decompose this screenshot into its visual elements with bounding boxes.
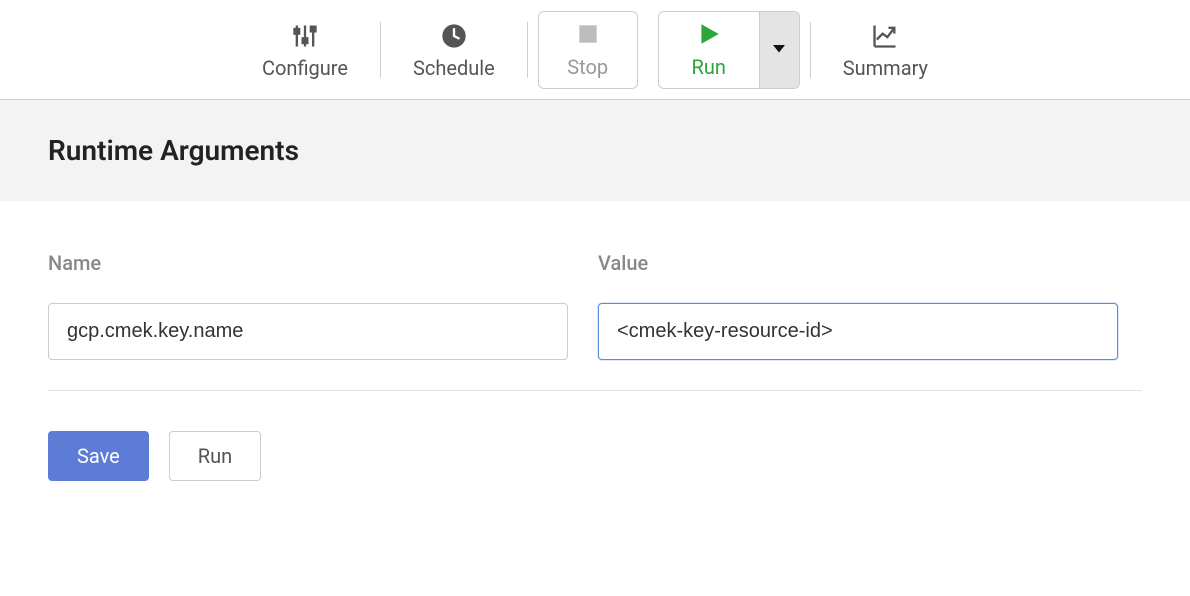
stop-label: Stop: [567, 55, 608, 79]
run-label: Run: [692, 55, 726, 79]
summary-button[interactable]: Summary: [811, 10, 960, 90]
toolbar-divider: [527, 22, 528, 78]
run-split-button: Run: [658, 11, 800, 89]
stop-button[interactable]: Stop: [538, 11, 638, 89]
chart-line-icon: [870, 20, 900, 52]
configure-label: Configure: [262, 56, 348, 80]
section-title: Runtime Arguments: [0, 100, 1190, 201]
save-button[interactable]: Save: [48, 431, 149, 481]
clock-icon: [440, 20, 468, 52]
arg-value-input[interactable]: [598, 303, 1118, 360]
stop-icon: [575, 21, 601, 51]
summary-label: Summary: [843, 56, 928, 80]
chevron-down-icon: [770, 39, 788, 61]
play-icon: [696, 21, 722, 51]
arg-row: Name Value: [48, 251, 1142, 391]
arg-value-field: Value: [598, 251, 1118, 360]
runtime-arguments-pane: Name Value Save Run: [0, 201, 1190, 481]
top-toolbar: Configure Schedule Stop R: [0, 0, 1190, 100]
run-dropdown-toggle[interactable]: [759, 12, 799, 88]
configure-button[interactable]: Configure: [230, 10, 380, 90]
value-column-header: Value: [598, 251, 1118, 275]
action-bar: Save Run: [48, 431, 1142, 481]
arg-name-input[interactable]: [48, 303, 568, 360]
run-button[interactable]: Run: [659, 12, 759, 88]
sliders-icon: [291, 20, 319, 52]
schedule-label: Schedule: [413, 56, 495, 80]
run-action-button[interactable]: Run: [169, 431, 261, 481]
name-column-header: Name: [48, 251, 568, 275]
arg-name-field: Name: [48, 251, 568, 360]
schedule-button[interactable]: Schedule: [381, 10, 527, 90]
